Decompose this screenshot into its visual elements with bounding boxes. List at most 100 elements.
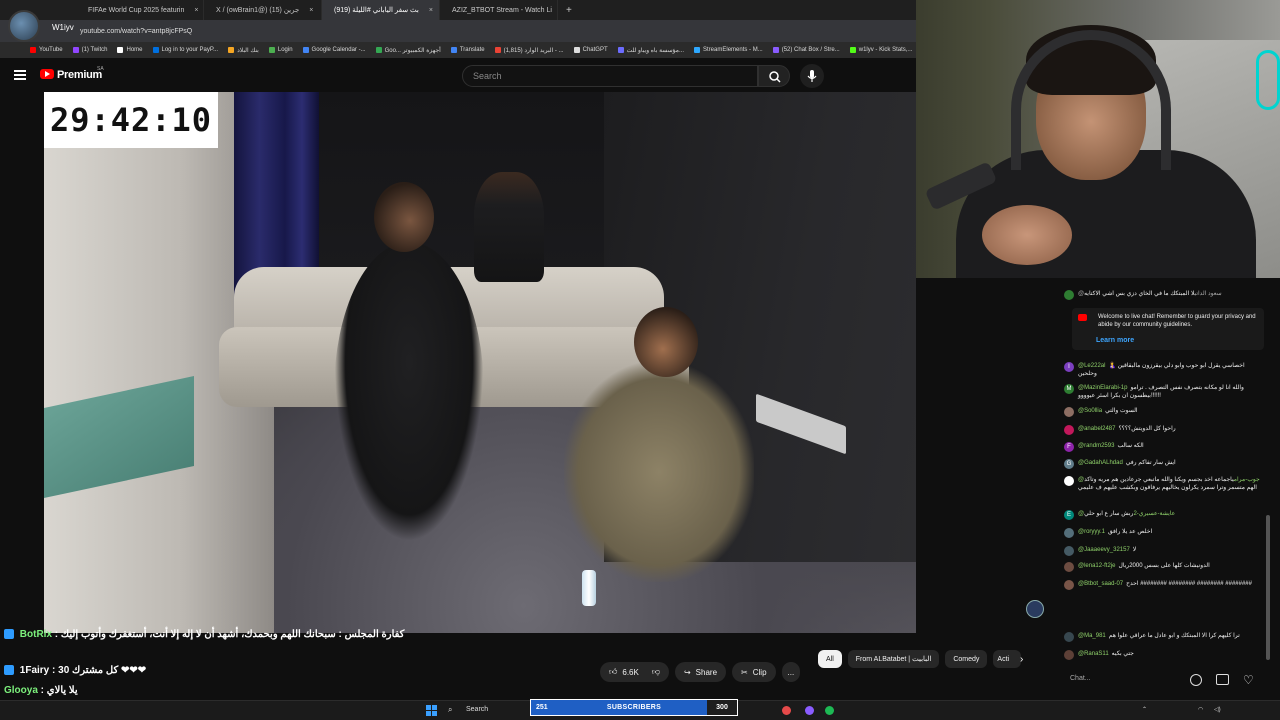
- chat-author[interactable]: @Ma_981: [1078, 633, 1106, 639]
- bookmark-item[interactable]: مؤسسة باه ويباو للت...: [617, 47, 684, 54]
- bookmark-label: YouTube: [39, 47, 63, 53]
- app-icon[interactable]: [782, 706, 791, 715]
- spotify-icon[interactable]: [825, 706, 834, 715]
- chat-message: @Jaaaeevy_32157 لا: [1064, 546, 1264, 556]
- tray-chevron-icon[interactable]: ⌃: [1142, 706, 1147, 713]
- bookmark-item[interactable]: ChatGPT: [573, 47, 608, 53]
- chat-scrollbar[interactable]: [1266, 515, 1270, 660]
- region-code: SA: [97, 66, 104, 72]
- wifi-icon[interactable]: ◠: [1198, 706, 1203, 713]
- chip-all[interactable]: All: [818, 650, 842, 668]
- bookmark-label: Log in to your PayP...: [161, 47, 219, 53]
- chat-author[interactable]: @Le222al: [1078, 363, 1105, 369]
- bookmark-item[interactable]: Home: [117, 47, 143, 53]
- address-bar[interactable]: youtube.com/watch?v=antp8jcFPsQ: [0, 20, 916, 42]
- search-input[interactable]: Search: [462, 65, 758, 87]
- bookmark-favicon-icon: [30, 47, 36, 53]
- bookmark-item[interactable]: Login: [268, 47, 293, 53]
- chat-author[interactable]: @anabel2487: [1078, 426, 1115, 432]
- channel-watermark-icon[interactable]: [1026, 600, 1044, 618]
- browser-tab-4[interactable]: AZIZ_BTBOT Stream - Watch Li ×: [440, 0, 558, 20]
- learn-more-link[interactable]: Learn more: [1096, 337, 1134, 344]
- bookmark-label: Translate: [459, 47, 485, 53]
- youtube-logo-icon[interactable]: [40, 69, 54, 79]
- close-tab-icon[interactable]: ×: [429, 7, 433, 14]
- bookmark-item[interactable]: Translate: [450, 47, 485, 53]
- like-count: 6.6K: [622, 667, 639, 677]
- heart-icon[interactable]: ♡: [1243, 674, 1254, 686]
- bookmark-favicon-icon: [268, 47, 275, 53]
- share-button[interactable]: ↪ Share: [674, 662, 727, 682]
- bookmark-item[interactable]: StreamElements - M...: [694, 47, 763, 53]
- bookmark-item[interactable]: Log in to your PayP...: [152, 47, 219, 53]
- chat-author[interactable]: @MazinElarabi-1p: [1078, 385, 1127, 391]
- super-chat-icon[interactable]: [1216, 674, 1229, 685]
- emoji-icon[interactable]: [1190, 674, 1202, 686]
- like-button[interactable]: 👍︎ 6.6K 👎︎: [600, 662, 669, 682]
- subscriber-count: 251: [536, 704, 548, 711]
- chat-avatar: [1064, 425, 1074, 435]
- hamburger-menu-icon[interactable]: [14, 70, 26, 80]
- chat-author[interactable]: @randm2593: [1078, 443, 1114, 449]
- close-tab-icon[interactable]: ×: [309, 7, 313, 14]
- subscriber-goal-bar: 251 SUBSCRIBERS 300: [530, 699, 738, 716]
- bookmark-favicon-icon: [302, 47, 309, 53]
- new-tab-button[interactable]: +: [558, 0, 580, 20]
- webcam-streamer-hand: [982, 205, 1072, 265]
- search-icon: ⌕: [448, 705, 453, 714]
- chip-from-channel[interactable]: From ALBatabet | البابيت: [847, 650, 940, 668]
- windows-start-icon[interactable]: [426, 705, 437, 716]
- tab-title: (919) بث سفر الياباني #الليلة: [334, 7, 419, 14]
- voice-search-button[interactable]: [800, 64, 824, 88]
- chat-author[interactable]: @lena12-ft2je: [1078, 563, 1115, 569]
- browser-tab-3[interactable]: (919) بث سفر الياباني #الليلة ×: [322, 0, 440, 20]
- youtube-brand[interactable]: Premium: [57, 69, 102, 81]
- chat-author[interactable]: @GadahALhdad: [1078, 460, 1123, 466]
- bookmark-item[interactable]: بنك البلاد: [228, 47, 259, 54]
- discord-icon[interactable]: [805, 706, 814, 715]
- close-tab-icon[interactable]: ×: [194, 7, 198, 14]
- thumbs-down-icon[interactable]: 👎︎: [652, 667, 660, 677]
- chat-avatar: M: [1064, 384, 1074, 394]
- scene-sitting-person-head: [634, 307, 698, 377]
- chip-action[interactable]: Acti: [993, 650, 1022, 668]
- browser-tab-2[interactable]: X / (owBrain1@) جرين (15) ×: [204, 0, 322, 20]
- bookmark-item[interactable]: (1,815) البريد الوارد - ...: [494, 47, 564, 54]
- overlay-chat-line: Glooya : يلا يالاي: [4, 685, 78, 696]
- browser-tab-bar: FIFAe World Cup 2025 featurin × X / (owB…: [0, 0, 916, 20]
- scissors-icon: ✂: [741, 667, 748, 677]
- search-button[interactable]: [758, 65, 790, 87]
- clip-button[interactable]: ✂ Clip: [732, 662, 776, 682]
- bookmark-item[interactable]: w1lyv - Kick Stats,...: [849, 47, 912, 53]
- video-player[interactable]: [44, 92, 916, 633]
- chat-author[interactable]: @So0llia: [1078, 408, 1102, 414]
- chat-author[interactable]: @roryyy.1: [1078, 529, 1105, 535]
- chat-author[interactable]: @RanaS11: [1078, 651, 1109, 657]
- bookmark-favicon-icon: [152, 47, 159, 53]
- chat-message: @lena12-ft2je الدونيشات كلها على بسس 2000…: [1064, 562, 1264, 572]
- chat-message: @سعود الداتيلا المبتكك ما في الخاي دزي ب…: [1064, 290, 1264, 300]
- bookmark-item[interactable]: Google Calendar -...: [302, 47, 366, 53]
- browser-tab-1[interactable]: FIFAe World Cup 2025 featurin ×: [76, 0, 204, 20]
- clip-label: Clip: [752, 667, 767, 677]
- bookmark-item[interactable]: (52) Chat Box / Stre...: [772, 47, 840, 53]
- bookmark-item[interactable]: (1) Twitch: [72, 47, 107, 53]
- chat-avatar: [1064, 562, 1074, 572]
- volume-icon[interactable]: ◁): [1214, 706, 1221, 713]
- live-chat-panel: @سعود الداتيلا المبتكك ما في الخاي دزي ب…: [1064, 278, 1280, 720]
- bookmark-item[interactable]: Goo... أجهزة الكمبيوتر: [375, 47, 441, 54]
- url-text[interactable]: youtube.com/watch?v=antp8jcFPsQ: [80, 28, 192, 35]
- bookmark-item[interactable]: YouTube: [30, 47, 63, 53]
- chat-input[interactable]: Chat...: [1070, 672, 1190, 688]
- chat-avatar: G: [1064, 459, 1074, 469]
- profile-avatar[interactable]: [8, 10, 40, 42]
- more-actions-button[interactable]: ...: [781, 662, 801, 682]
- chevron-right-icon[interactable]: ›: [1020, 654, 1023, 665]
- chat-message: @RanaS11 جتي بكيه: [1064, 650, 1264, 660]
- chat-author[interactable]: @Jaaaeevy_32157: [1078, 547, 1130, 553]
- youtube-header: Premium SA Search: [0, 58, 916, 92]
- overlay-chat-line: BotRix : كفارة المجلس : سبحانك اللهم وبح…: [4, 629, 404, 640]
- taskbar-search[interactable]: Search: [444, 703, 504, 718]
- chat-author[interactable]: @Btbot_saad-07: [1078, 581, 1123, 587]
- chip-comedy[interactable]: Comedy: [945, 650, 988, 668]
